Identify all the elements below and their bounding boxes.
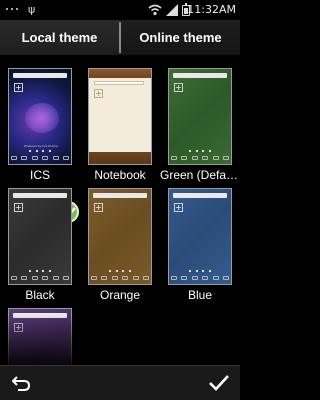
preview-plus-icon: + xyxy=(174,203,183,212)
theme-label-green: Green (Default) xyxy=(160,168,240,182)
theme-label-notebook: Notebook xyxy=(94,168,146,182)
wifi-icon xyxy=(148,4,162,16)
preview-plus-icon: + xyxy=(174,83,183,92)
preview-page-dots xyxy=(189,270,211,272)
theme-thumbnail-green[interactable]: + xyxy=(168,68,232,165)
theme-label-orange: Orange xyxy=(99,288,141,302)
preview-dock xyxy=(89,152,151,164)
preview-caption: Powered by ICS theme xyxy=(24,144,58,148)
theme-thumbnail-notebook[interactable]: + xyxy=(88,68,152,165)
preview-search-bar xyxy=(94,81,144,85)
preview-search-bar xyxy=(13,73,67,78)
preview-header-band xyxy=(89,69,151,78)
theme-thumbnail-blue[interactable]: + xyxy=(168,188,232,285)
preview-dock xyxy=(171,275,229,281)
preview-plus-icon: + xyxy=(14,203,23,212)
theme-label-blue: Blue xyxy=(187,288,213,302)
preview-page-dots xyxy=(29,150,51,152)
notification-dots-icon xyxy=(6,8,18,11)
theme-thumbnail-orange[interactable]: + xyxy=(88,188,152,285)
preview-page-dots xyxy=(189,150,211,152)
theme-label-black: Black xyxy=(25,288,55,302)
theme-label-ics: ICS xyxy=(29,168,50,182)
preview-plus-icon: + xyxy=(94,203,103,212)
tab-local-theme[interactable]: Local theme xyxy=(0,20,119,55)
preview-search-bar xyxy=(173,193,227,198)
preview-search-bar xyxy=(13,193,67,198)
preview-glow xyxy=(25,103,59,133)
usb-icon: ψ xyxy=(28,3,36,16)
preview-search-bar xyxy=(13,313,67,318)
back-arrow-icon[interactable] xyxy=(10,372,32,394)
status-bar: ψ 11:32AM xyxy=(0,0,240,20)
signal-icon xyxy=(166,4,178,16)
theme-thumbnail-ics[interactable]: + Powered by ICS theme xyxy=(8,68,72,165)
checkmark-icon[interactable] xyxy=(207,372,231,394)
theme-tabs: Local theme Online theme xyxy=(0,20,240,75)
preview-search-bar xyxy=(173,73,227,78)
preview-plus-icon: + xyxy=(94,89,103,98)
preview-page-dots xyxy=(29,270,51,272)
status-time: 11:32AM xyxy=(187,3,236,16)
preview-page-dots xyxy=(109,270,131,272)
preview-dock xyxy=(171,155,229,161)
preview-dock xyxy=(11,275,69,281)
preview-plus-icon: + xyxy=(14,323,23,332)
theme-grid[interactable]: + Powered by ICS theme ICS + Notebook + … xyxy=(0,55,240,365)
theme-thumbnail-black[interactable]: + xyxy=(8,188,72,285)
preview-dock xyxy=(91,275,149,281)
preview-dock xyxy=(11,155,69,161)
theme-thumbnail-purple[interactable]: + xyxy=(8,308,72,365)
tab-online-theme[interactable]: Online theme xyxy=(121,20,240,55)
preview-plus-icon: + xyxy=(14,83,23,92)
bottom-action-bar xyxy=(0,365,240,400)
preview-search-bar xyxy=(93,193,147,198)
